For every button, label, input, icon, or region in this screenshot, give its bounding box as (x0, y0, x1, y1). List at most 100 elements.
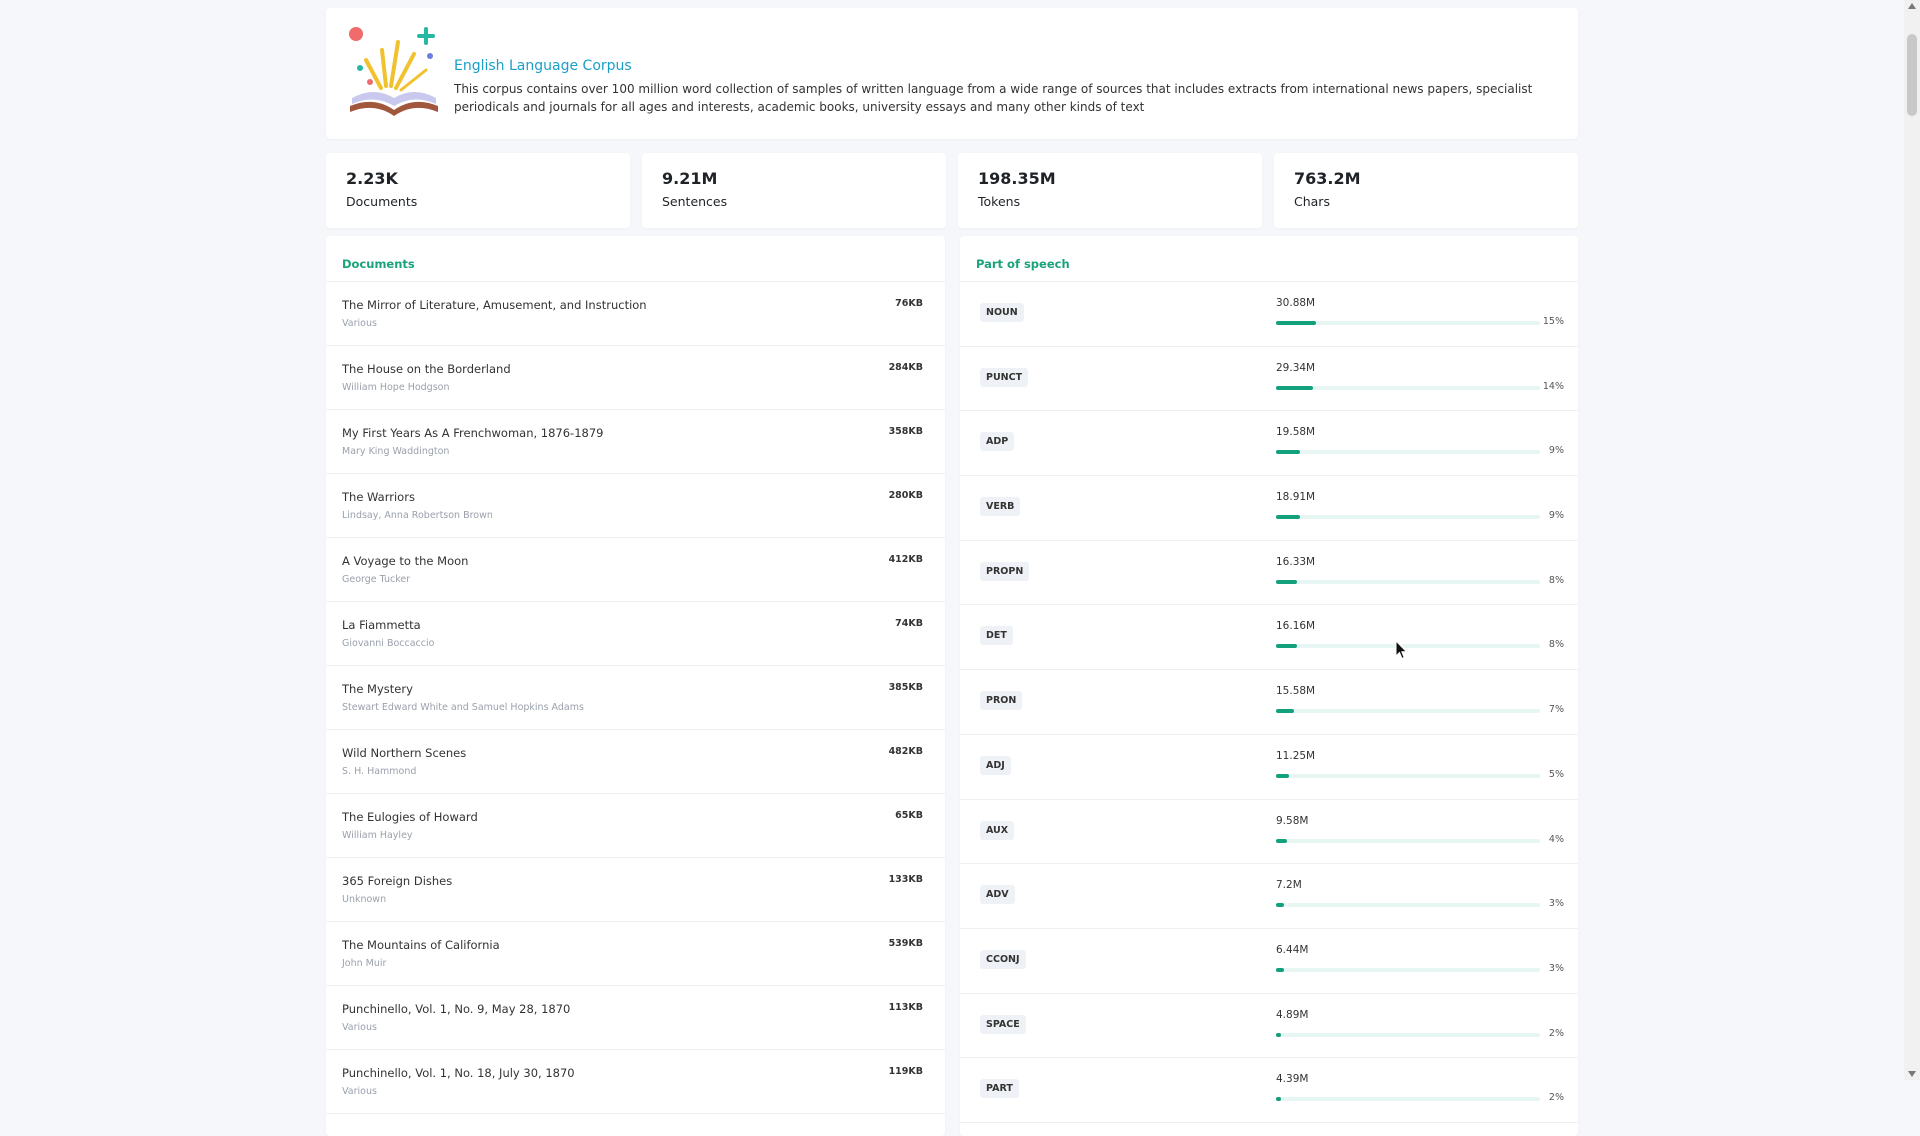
document-item[interactable]: A Voyage to the Moon George Tucker 412KB (326, 538, 945, 602)
document-author: Various (342, 1086, 377, 1097)
stat-label: Documents (346, 194, 418, 209)
pos-tag: ADJ (980, 755, 1011, 775)
document-author: Various (342, 1022, 377, 1033)
document-item[interactable]: Punchinello, Vol. 1, No. 18, July 30, 18… (326, 1050, 945, 1114)
pos-bar-fill (1276, 709, 1295, 714)
document-item[interactable]: The Mystery Stewart Edward White and Sam… (326, 666, 945, 730)
document-item[interactable]: Wild Northern Scenes S. H. Hammond 482KB (326, 730, 945, 794)
document-item[interactable]: The House on the Borderland William Hope… (326, 346, 945, 410)
document-item[interactable]: The Warriors Lindsay, Anna Robertson Bro… (326, 474, 945, 538)
pos-count: 18.91M (1276, 491, 1316, 504)
pos-item-space: SPACE 4.89M 2% (960, 994, 1578, 1059)
document-title[interactable]: La Fiammetta (342, 618, 925, 632)
pos-bar-track (1276, 450, 1540, 455)
stat-label: Chars (1294, 194, 1330, 209)
document-size: 133KB (888, 874, 923, 885)
document-size: 284KB (888, 362, 923, 373)
document-size: 385KB (888, 682, 923, 693)
pos-percent: 14% (1542, 380, 1564, 392)
corpus-title[interactable]: English Language Corpus (454, 58, 1558, 74)
pos-item-det: DET 16.16M 8% (960, 605, 1578, 671)
document-title[interactable]: Punchinello, Vol. 1, No. 9, May 28, 1870 (342, 1002, 925, 1016)
pos-list: NOUN 30.88M 15% PUNCT 29.34M 14% ADP 19.58M 9% VE… (960, 282, 1578, 1123)
page-scrollbar[interactable] (1904, 0, 1920, 1080)
pos-bar-fill (1276, 1097, 1282, 1102)
stat-card-sentences: 9.21M Sentences (642, 153, 946, 228)
stat-card-chars: 763.2M Chars (1274, 153, 1578, 228)
pos-tag: DET (980, 626, 1013, 646)
document-title[interactable]: The Mountains of California (342, 938, 925, 952)
document-item[interactable]: The Mirror of Literature, Amusement, and… (326, 282, 945, 346)
pos-tag: PUNCT (980, 367, 1029, 387)
pos-bar-fill (1276, 967, 1284, 972)
pos-bar-track (1276, 515, 1540, 520)
scroll-up-arrow-icon[interactable] (1908, 3, 1916, 9)
pos-count: 6.44M (1276, 943, 1309, 956)
pos-count: 16.16M (1276, 620, 1316, 633)
document-title[interactable]: 365 Foreign Dishes (342, 874, 925, 888)
document-author: William Hope Hodgson (342, 382, 450, 393)
document-size: 119KB (888, 1066, 923, 1077)
documents-panel-header: Documents (326, 236, 945, 282)
pos-tag: PROPN (980, 561, 1030, 581)
document-title[interactable]: The Mystery (342, 682, 925, 696)
pos-item-noun: NOUN 30.88M 15% (960, 282, 1578, 347)
pos-percent: 9% (1548, 445, 1564, 457)
pos-bar-fill (1276, 321, 1316, 325)
pos-bar-fill (1276, 773, 1290, 778)
stats-row: 2.23K Documents 9.21M Sentences 198.35M … (326, 153, 1578, 228)
document-item[interactable]: Punchinello, Vol. 1, No. 9, May 28, 1870… (326, 986, 945, 1050)
pos-tag: CCONJ (980, 949, 1026, 969)
pos-item-pron: PRON 15.58M 7% (960, 670, 1578, 735)
open-book-celebration-icon (349, 27, 438, 116)
document-item[interactable]: 365 Foreign Dishes Unknown 133KB (326, 858, 945, 922)
document-title[interactable]: The Eulogies of Howard (342, 810, 925, 824)
document-title[interactable]: The Warriors (342, 490, 925, 504)
document-size: 539KB (888, 938, 923, 949)
document-item[interactable]: My First Years As A Frenchwoman, 1876-18… (326, 410, 945, 474)
pos-bar-track (1276, 385, 1540, 390)
document-title[interactable]: Wild Northern Scenes (342, 746, 925, 760)
pos-bar-track (1276, 1097, 1540, 1102)
document-author: Various (342, 318, 377, 329)
corpus-description: This corpus contains over 100 million wo… (454, 82, 1533, 114)
pos-bar-fill (1276, 1032, 1282, 1037)
pos-percent: 3% (1548, 962, 1564, 974)
pos-count: 16.33M (1276, 555, 1316, 568)
pos-tag: PART (980, 1079, 1019, 1099)
document-author: John Muir (342, 958, 387, 969)
document-item[interactable]: The Eulogies of Howard William Hayley 65… (326, 794, 945, 858)
document-title[interactable]: The Mirror of Literature, Amusement, and… (342, 298, 925, 312)
scrollbar-thumb[interactable] (1907, 34, 1917, 116)
stat-value: 763.2M (1294, 169, 1361, 188)
corpus-header: English Language Corpus This corpus cont… (326, 8, 1578, 139)
pos-item-adv: ADV 7.2M 3% (960, 864, 1578, 929)
document-title[interactable]: The House on the Borderland (342, 362, 925, 376)
document-item[interactable]: The Mountains of California John Muir 53… (326, 922, 945, 986)
document-author: Mary King Waddington (342, 446, 450, 457)
pos-percent: 5% (1548, 768, 1564, 780)
documents-panel-title: Documents (342, 257, 415, 271)
pos-percent: 4% (1548, 833, 1564, 845)
pos-percent: 9% (1548, 510, 1564, 522)
pos-item-adj: ADJ 11.25M 5% (960, 735, 1578, 800)
pos-count: 7.2M (1276, 879, 1302, 892)
document-author: Lindsay, Anna Robertson Brown (342, 510, 493, 521)
pos-bar-track (1276, 903, 1540, 908)
stat-label: Sentences (662, 194, 728, 209)
pos-bar-fill (1276, 838, 1287, 843)
pos-bar-track (1276, 321, 1540, 325)
pos-tag: ADV (980, 885, 1015, 905)
pos-bar-fill (1276, 515, 1300, 520)
pos-item-aux: AUX 9.58M 4% (960, 800, 1578, 865)
scroll-down-arrow-icon[interactable] (1908, 1071, 1916, 1077)
pos-bar-track (1276, 967, 1540, 972)
document-title[interactable]: My First Years As A Frenchwoman, 1876-18… (342, 426, 925, 440)
document-title[interactable]: A Voyage to the Moon (342, 554, 925, 568)
corpus-dashboard: English Language Corpus This corpus cont… (326, 8, 1578, 1136)
document-title[interactable]: Punchinello, Vol. 1, No. 18, July 30, 18… (342, 1066, 925, 1080)
pos-percent: 2% (1548, 1092, 1564, 1104)
pos-count: 19.58M (1276, 426, 1316, 439)
part-of-speech-panel: Part of speech NOUN 30.88M 15% PUNCT 29.34M 1… (960, 236, 1578, 1136)
document-item[interactable]: La Fiammetta Giovanni Boccaccio 74KB (326, 602, 945, 666)
